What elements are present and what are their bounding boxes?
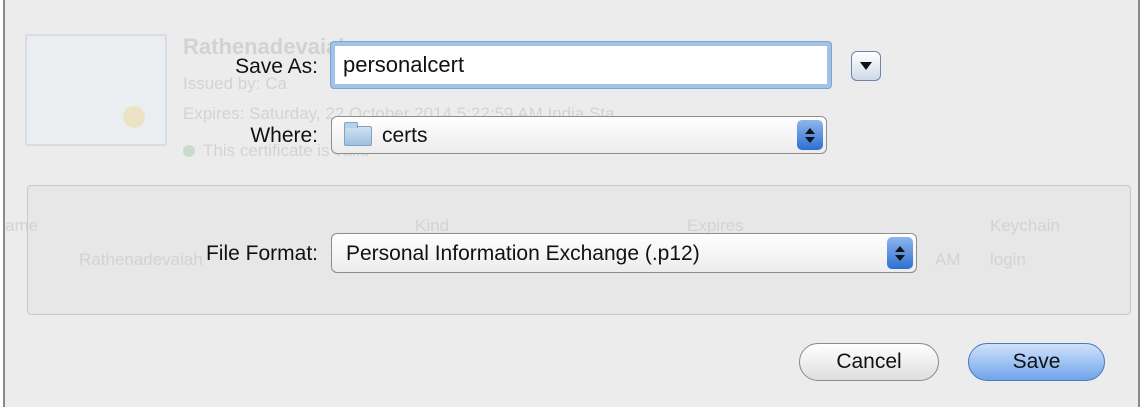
ghost-row-keychain: login [990, 250, 1026, 269]
save-button[interactable]: Save [968, 343, 1105, 381]
ghost-row-name: Rathenadevaiah [79, 250, 203, 269]
save-sheet: Rathenadevaiah Issued by: Ca Expires: Sa… [3, 0, 1140, 407]
seal-icon [123, 106, 145, 128]
valid-check-icon [183, 145, 195, 157]
cancel-button[interactable]: Cancel [799, 343, 939, 381]
folder-icon [344, 122, 372, 146]
where-popup[interactable]: certs [331, 116, 827, 154]
triangle-down-icon [860, 62, 872, 70]
save-as-input[interactable] [331, 42, 831, 88]
up-down-arrows-icon [797, 120, 823, 150]
expand-disclosure-button[interactable] [851, 51, 881, 81]
ghost-col-keychain: Keychain [990, 216, 1060, 235]
where-label: Where: [250, 124, 318, 147]
file-format-label: File Format: [205, 242, 318, 265]
ghost-row-time: AM [935, 250, 961, 269]
file-format-popup[interactable]: Personal Information Exchange (.p12) [331, 233, 917, 273]
file-format-value: Personal Information Exchange (.p12) [346, 242, 700, 265]
ghost-col-name: ame [5, 216, 39, 235]
where-value: certs [382, 124, 428, 147]
certificate-icon [25, 34, 167, 146]
save-as-label: Save As: [235, 55, 318, 78]
up-down-arrows-icon [887, 237, 913, 269]
